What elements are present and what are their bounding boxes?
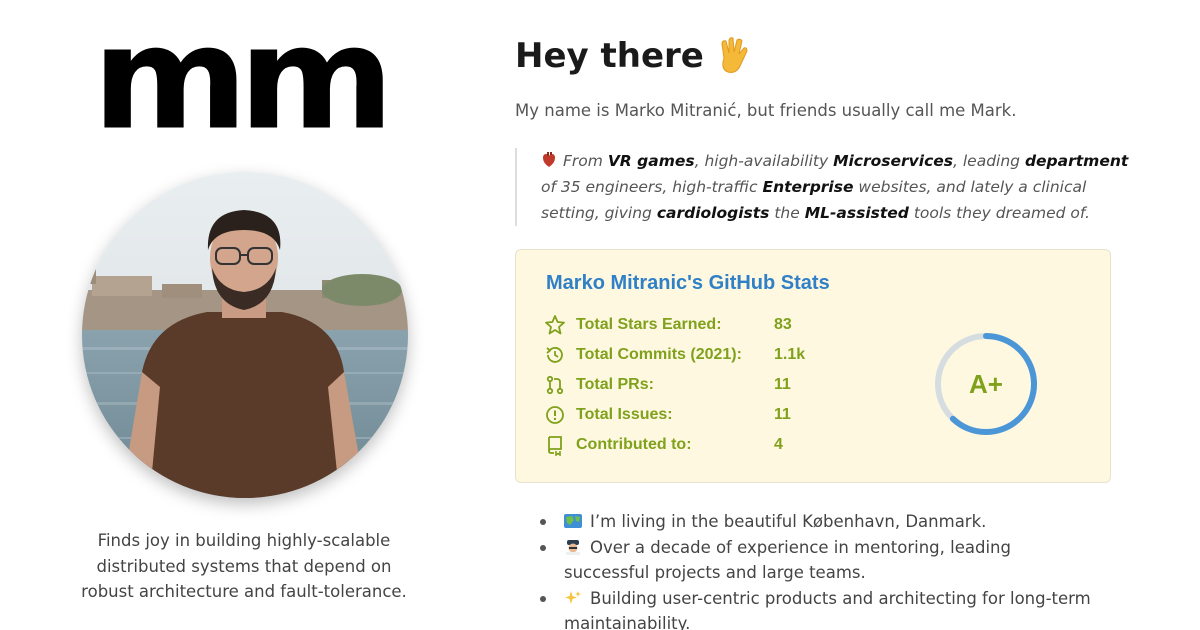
- repo-icon: [548, 436, 562, 456]
- list-item: Over a decade of experience in mentoring…: [540, 535, 1100, 586]
- map-icon: [564, 514, 582, 528]
- page-title-text: Hey there: [515, 36, 704, 76]
- quote-emphasis: ML-assisted: [804, 204, 909, 222]
- stat-label: Total Stars Earned:: [576, 316, 722, 333]
- list-item: Building user-centric products and archi…: [540, 586, 1100, 630]
- list-item: I’m living in the beautiful København, D…: [540, 509, 1100, 535]
- quote-emphasis: department: [1024, 152, 1129, 170]
- vulcan-salute-icon: [721, 37, 748, 73]
- pilot-icon: [566, 539, 580, 555]
- quote-segment: , high-availability: [694, 152, 834, 170]
- quote-emphasis: cardiologists: [656, 204, 770, 222]
- stat-row-contributed: Contributed to: 4: [544, 433, 783, 457]
- grade-label: A+: [969, 368, 1003, 399]
- quote-segment: tools they dreamed of.: [908, 204, 1090, 222]
- intro-text: My name is Marko Mitranić, but friends u…: [515, 101, 1017, 120]
- quote-segment: of 35 engineers, high-traffic: [541, 178, 763, 196]
- quote-segment: the: [769, 204, 805, 222]
- stat-value: 11: [774, 406, 791, 423]
- stats-title: Marko Mitranic's GitHub Stats: [546, 272, 830, 294]
- history-icon: [546, 347, 563, 363]
- anatomical-heart-icon: [543, 152, 555, 167]
- pull-request-icon: [546, 375, 564, 395]
- stat-label: Total Issues:: [576, 406, 673, 423]
- quote-emphasis: Enterprise: [762, 178, 854, 196]
- quote-segment: , leading: [953, 152, 1025, 170]
- list-item-text: I’m living in the beautiful København, D…: [590, 512, 987, 531]
- tagline: Finds joy in building highly-scalable di…: [81, 531, 407, 601]
- list-item-text: Building user-centric products and archi…: [564, 588, 1091, 630]
- stat-value: 1.1k: [774, 346, 806, 363]
- list-item-text: Over a decade of experience in mentoring…: [564, 537, 1011, 583]
- quote-segment: From: [563, 152, 608, 170]
- about-list: I’m living in the beautiful København, D…: [540, 509, 1100, 630]
- sparkles-icon: [565, 590, 581, 604]
- stat-row-prs: Total PRs: 11: [544, 373, 791, 397]
- logo: mm: [92, 0, 395, 162]
- profile-photo: [82, 172, 408, 498]
- star-icon: [545, 315, 565, 335]
- stat-value: 83: [774, 316, 792, 333]
- avatar: [82, 172, 408, 498]
- issue-icon: [546, 406, 564, 424]
- stat-row-commits: Total Commits (2021): 1.1k: [544, 343, 805, 367]
- blockquote: From VR games, high-availability Microse…: [515, 148, 1135, 226]
- github-stats-card: Marko Mitranic's GitHub Stats Total Star…: [515, 249, 1111, 483]
- page-title: Hey there: [515, 36, 752, 76]
- quote-emphasis: Microservices: [833, 152, 954, 170]
- quote-emphasis: VR games: [607, 152, 695, 170]
- stat-value: 11: [774, 376, 791, 393]
- stat-label: Total PRs:: [576, 376, 654, 393]
- stat-row-stars: Total Stars Earned: 83: [544, 313, 792, 337]
- stat-row-issues: Total Issues: 11: [544, 403, 791, 427]
- stat-label: Total Commits (2021):: [576, 346, 742, 363]
- stat-value: 4: [774, 436, 783, 453]
- stat-label: Contributed to:: [576, 436, 692, 453]
- quote-text: From VR games, high-availability Microse…: [541, 152, 1128, 222]
